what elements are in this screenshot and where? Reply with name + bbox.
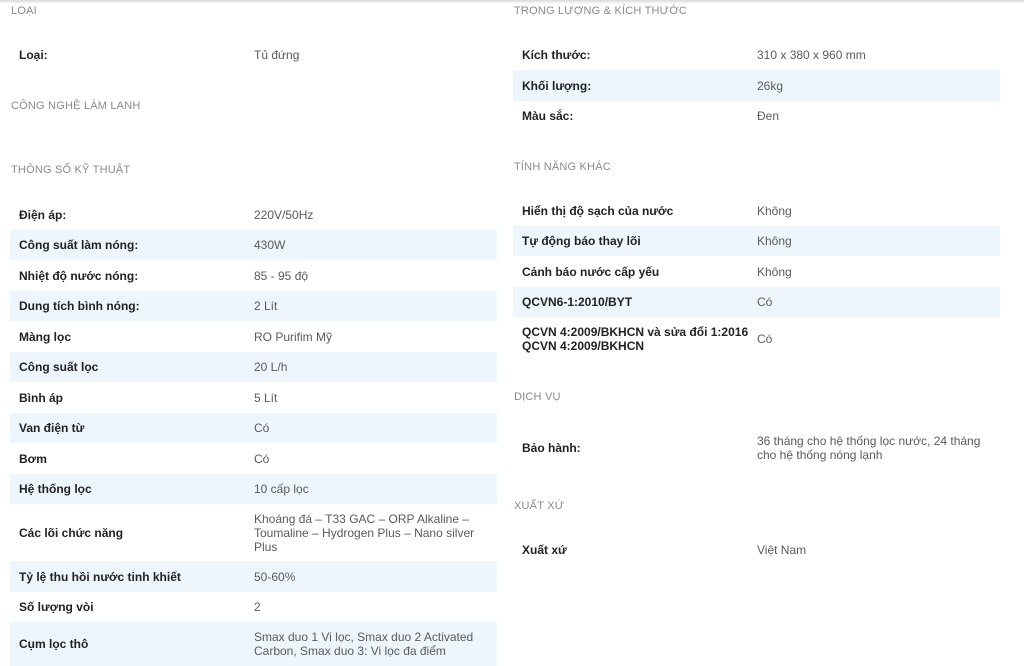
spec-row: Khối lượng: 26kg (513, 70, 1000, 101)
spec-label: Nhiệt độ nước nóng: (19, 268, 139, 283)
spec-label: Tỷ lệ thu hồi nước tinh khiết (19, 569, 181, 584)
spec-label: Tự động báo thay lõi (522, 234, 641, 248)
spec-row: Bảo hành: 36 tháng cho hệ thống lọc nước… (513, 425, 1000, 470)
spec-row: Bình áp 5 Lít (10, 382, 497, 413)
spec-label: Các lõi chức năng (19, 525, 124, 540)
spec-label: QCVN6-1:2010/BYT (522, 295, 633, 309)
spec-value: Tủ đứng (254, 48, 300, 62)
section-title-xuat-xu: XUẤT XỨ (514, 500, 565, 512)
spec-value: Có (254, 421, 270, 435)
spec-label: Cảnh báo nước cấp yếu (522, 264, 660, 279)
spec-value: 36 tháng cho hệ thống lọc nước, 24 tháng… (757, 433, 981, 462)
spec-row: Xuất xứ Việt Nam (513, 534, 1000, 565)
spec-value: 430W (254, 238, 286, 252)
spec-row: Cụm lọc thô Smax duo 1 Vi lọc, Smax duo … (10, 622, 497, 666)
spec-label: Loại: (19, 48, 48, 62)
spec-label: Công suất làm nóng: (19, 238, 139, 252)
spec-label: Hiển thị độ sạch của nước (522, 203, 674, 218)
spec-value: 10 cấp lọc (254, 482, 309, 496)
spec-row: Tự động báo thay lõi Không (513, 226, 1000, 256)
spec-row: Hệ thống lọc 10 cấp lọc (10, 474, 497, 504)
spec-value: RO Purifim Mỹ (254, 329, 332, 344)
spec-row: Tỷ lệ thu hồi nước tinh khiết 50-60% (10, 561, 497, 592)
top-shadow (0, 0, 1024, 4)
spec-value: 2 Lít (254, 299, 278, 313)
spec-label: Bình áp (19, 390, 63, 405)
spec-row: Công suất làm nóng: 430W (10, 230, 497, 260)
spec-value: Đen (757, 109, 780, 123)
spec-value: Smax duo 1 Vi lọc, Smax duo 2 Activated … (254, 630, 474, 658)
section-title-trong-luong: TRỌNG LƯỢNG & KÍCH THƯỚC (514, 5, 688, 17)
spec-value: Không (757, 264, 792, 279)
spec-label: Công suất lọc (19, 360, 99, 374)
spec-value: 5 Lít (254, 390, 278, 405)
spec-row: Các lõi chức năng Khoáng đá – T33 GAC – … (10, 504, 497, 561)
spec-value: 26kg (757, 78, 784, 93)
spec-row: Số lượng vòi 2 (10, 592, 497, 622)
spec-label: Cụm lọc thô (19, 637, 89, 651)
spec-label: Dung tích bình nóng: (19, 299, 140, 313)
spec-value: Có (254, 451, 270, 466)
spec-row: Công suất lọc 20 L/h (10, 352, 497, 382)
spec-row: Màng lọc RO Purifim Mỹ (10, 321, 497, 352)
spec-value: 310 x 380 x 960 mm (757, 48, 866, 62)
spec-row: Loại: Tủ đứng (10, 40, 497, 70)
spec-label: Bảo hành: (522, 440, 581, 455)
spec-value: Việt Nam (757, 542, 807, 557)
spec-row: QCVN 4:2009/BKHCN và sửa đổi 1:2016 QCVN… (513, 317, 1000, 361)
spec-row: Hiển thị độ sạch của nước Không (513, 195, 1000, 226)
spec-row: Dung tích bình nóng: 2 Lít (10, 291, 497, 321)
spec-row: Điện áp: 220V/50Hz (10, 199, 497, 230)
spec-label: Số lượng vòi (19, 600, 94, 614)
spec-label: QCVN 4:2009/BKHCN và sửa đổi 1:2016 QCVN… (522, 325, 749, 353)
spec-label: Van điện từ (19, 421, 85, 435)
spec-label: Hệ thống lọc (19, 482, 92, 496)
spec-label: Màng lọc (19, 329, 72, 344)
spec-row: Cảnh báo nước cấp yếu Không (513, 256, 1000, 287)
spec-label: Xuất xứ (522, 542, 567, 557)
spec-row: Nhiệt độ nước nóng: 85 - 95 độ (10, 260, 497, 291)
spec-value: Không (757, 234, 792, 248)
spec-value: 50-60% (254, 569, 296, 584)
section-title-thong-so: THÔNG SỐ KỸ THUẬT (11, 164, 131, 176)
section-title-dich-vu: DỊCH VỤ (514, 391, 561, 403)
spec-value: Không (757, 203, 792, 218)
spec-row: Bơm Có (10, 443, 497, 474)
section-title-loai: LOẠI (11, 5, 37, 17)
section-title-tinh-nang: TÍNH NĂNG KHÁC (514, 161, 611, 173)
spec-label: Màu sắc: (522, 109, 574, 123)
spec-value: 220V/50Hz (254, 207, 314, 222)
spec-value: 2 (254, 600, 261, 614)
spec-label: Kích thước: (522, 48, 591, 62)
spec-label: Bơm (19, 451, 47, 466)
spec-row: Kích thước: 310 x 380 x 960 mm (513, 40, 1000, 70)
spec-value: 20 L/h (254, 360, 288, 374)
spec-value: Khoáng đá – T33 GAC – ORP Alkaline – Tou… (254, 511, 475, 554)
spec-row: QCVN6-1:2010/BYT Có (513, 287, 1000, 317)
spec-label: Khối lượng: (522, 78, 592, 93)
spec-row: Van điện từ Có (10, 413, 497, 443)
spec-value: 85 - 95 độ (254, 268, 309, 283)
spec-label: Điện áp: (19, 207, 67, 222)
spec-value: Có (757, 332, 773, 346)
spec-row: Màu sắc: Đen (513, 101, 1000, 131)
section-title-cong-nghe: CÔNG NGHỆ LÀM LẠNH (11, 100, 141, 112)
spec-value: Có (757, 295, 773, 309)
